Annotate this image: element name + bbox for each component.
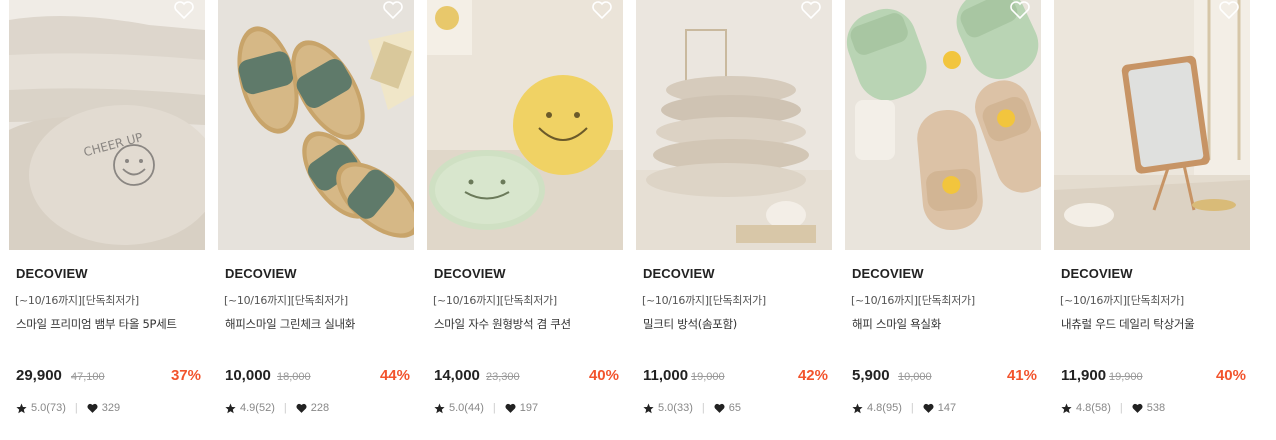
divider: |: [492, 402, 496, 414]
heart-icon[interactable]: [591, 0, 613, 20]
divider: |: [701, 402, 705, 414]
discount-rate: 37%: [170, 367, 201, 384]
brand-name[interactable]: DECOVIEW: [852, 266, 924, 281]
discount-rate: 40%: [1215, 367, 1246, 384]
sale-price: 14,000: [434, 367, 480, 384]
product-card[interactable]: DECOVIEW [~10/16까지][단독최저가] 스마일 자수 원형방석 겸…: [427, 0, 623, 440]
heart-icon[interactable]: [382, 0, 404, 20]
star-icon: [434, 403, 445, 413]
product-card[interactable]: DECOVIEW [~10/16까지][단독최저가] 밀크티 방석(솜포함) 1…: [636, 0, 832, 440]
product-name[interactable]: 밀크티 방석(솜포함): [643, 316, 737, 332]
slipper-photo[interactable]: [218, 0, 414, 250]
heart-icon[interactable]: [1009, 0, 1031, 20]
review-meta: 4.8(58) | 538: [1061, 402, 1165, 414]
product-card[interactable]: DECOVIEW [~10/16까지][단독최저가] 내츄럴 우드 데일리 탁상…: [1054, 0, 1250, 440]
discount-rate: 42%: [797, 367, 828, 384]
like-count: 147: [937, 402, 957, 414]
original-price: 18,000: [277, 371, 311, 383]
rating: 4.9(52): [240, 402, 275, 414]
like-count: 65: [728, 402, 741, 414]
like-count: 329: [101, 402, 121, 414]
pillow-photo[interactable]: [636, 0, 832, 250]
bath-slipper-photo[interactable]: [845, 0, 1041, 250]
brand-name[interactable]: DECOVIEW: [434, 266, 506, 281]
divider: |: [283, 402, 287, 414]
star-icon: [643, 403, 654, 413]
promo-tag: [~10/16까지][단독최저가]: [433, 294, 557, 307]
heart-filled-icon: [1132, 403, 1143, 413]
heart-icon[interactable]: [1218, 0, 1240, 20]
original-price: 47,100: [71, 371, 105, 383]
product-name[interactable]: 해피스마일 그린체크 실내화: [225, 316, 355, 332]
brand-name[interactable]: DECOVIEW: [225, 266, 297, 281]
like-count: 228: [310, 402, 330, 414]
towel-photo[interactable]: CHEER UP: [9, 0, 205, 250]
sale-price: 29,900: [16, 367, 62, 384]
review-meta: 5.0(44) | 197: [434, 402, 538, 414]
brand-name[interactable]: DECOVIEW: [643, 266, 715, 281]
product-card[interactable]: CHEER UP DECOVIEW [~10/16까지][단독최저가] 스마일 …: [9, 0, 205, 440]
original-price: 19,000: [691, 371, 725, 383]
heart-filled-icon: [923, 403, 934, 413]
divider: |: [74, 402, 78, 414]
heart-filled-icon: [87, 403, 98, 413]
divider: |: [910, 402, 914, 414]
promo-tag: [~10/16까지][단독최저가]: [642, 294, 766, 307]
promo-tag: [~10/16까지][단독최저가]: [1060, 294, 1184, 307]
review-meta: 5.0(73) | 329: [16, 402, 120, 414]
brand-name[interactable]: DECOVIEW: [16, 266, 88, 281]
brand-name[interactable]: DECOVIEW: [1061, 266, 1133, 281]
cushion-photo[interactable]: [427, 0, 623, 250]
heart-filled-icon: [714, 403, 725, 413]
like-count: 197: [519, 402, 539, 414]
heart-filled-icon: [296, 403, 307, 413]
rating: 4.8(95): [867, 402, 902, 414]
product-card[interactable]: DECOVIEW [~10/16까지][단독최저가] 해피 스마일 욕실화 5,…: [845, 0, 1041, 440]
discount-rate: 41%: [1006, 367, 1037, 384]
star-icon: [225, 403, 236, 413]
promo-tag: [~10/16까지][단독최저가]: [224, 294, 348, 307]
review-meta: 5.0(33) | 65: [643, 402, 741, 414]
promo-tag: [~10/16까지][단독최저가]: [15, 294, 139, 307]
rating: 5.0(44): [449, 402, 484, 414]
promo-tag: [~10/16까지][단독최저가]: [851, 294, 975, 307]
rating: 4.8(58): [1076, 402, 1111, 414]
product-name[interactable]: 스마일 프리미엄 뱀부 타올 5P세트: [16, 316, 177, 332]
star-icon: [852, 403, 863, 413]
product-card[interactable]: DECOVIEW [~10/16까지][단독최저가] 해피스마일 그린체크 실내…: [218, 0, 414, 440]
mirror-photo[interactable]: [1054, 0, 1250, 250]
heart-icon[interactable]: [173, 0, 195, 20]
product-row: CHEER UP DECOVIEW [~10/16까지][단독최저가] 스마일 …: [0, 0, 1276, 440]
sale-price: 5,900: [852, 367, 890, 384]
sale-price: 11,900: [1061, 367, 1107, 384]
divider: |: [1119, 402, 1123, 414]
product-name[interactable]: 해피 스마일 욕실화: [852, 316, 941, 332]
rating: 5.0(33): [658, 402, 693, 414]
star-icon: [16, 403, 27, 413]
review-meta: 4.9(52) | 228: [225, 402, 329, 414]
review-meta: 4.8(95) | 147: [852, 402, 956, 414]
heart-filled-icon: [505, 403, 516, 413]
original-price: 19,900: [1109, 371, 1143, 383]
sale-price: 10,000: [225, 367, 271, 384]
discount-rate: 44%: [379, 367, 410, 384]
heart-icon[interactable]: [800, 0, 822, 20]
product-name[interactable]: 내츄럴 우드 데일리 탁상거울: [1061, 316, 1195, 332]
original-price: 10,000: [898, 371, 932, 383]
rating: 5.0(73): [31, 402, 66, 414]
sale-price: 11,000: [643, 367, 689, 384]
product-name[interactable]: 스마일 자수 원형방석 겸 쿠션: [434, 316, 571, 332]
original-price: 23,300: [486, 371, 520, 383]
star-icon: [1061, 403, 1072, 413]
like-count: 538: [1146, 402, 1166, 414]
discount-rate: 40%: [588, 367, 619, 384]
